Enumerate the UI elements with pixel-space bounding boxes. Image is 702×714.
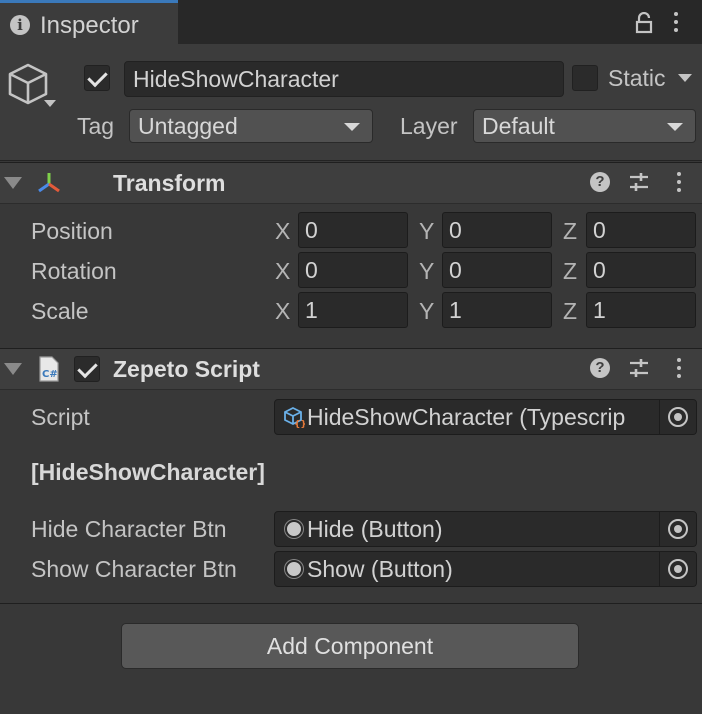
- z-axis-label[interactable]: Z: [563, 298, 577, 325]
- x-axis-label[interactable]: X: [275, 298, 290, 325]
- tag-value: Untagged: [138, 113, 238, 139]
- zepeto-script-foldout-icon[interactable]: [4, 363, 22, 375]
- chevron-down-icon: [344, 123, 360, 131]
- tag-label: Tag: [77, 113, 115, 139]
- svg-text:C#: C#: [42, 369, 58, 380]
- object-dot-icon: [285, 560, 303, 579]
- zepeto-script-enabled-checkbox[interactable]: [74, 356, 100, 382]
- help-icon[interactable]: [590, 172, 610, 192]
- scale-z-field[interactable]: 1: [586, 292, 696, 328]
- layer-value: Default: [482, 113, 555, 139]
- z-axis-label[interactable]: Z: [563, 258, 577, 285]
- layer-label: Layer: [400, 113, 458, 139]
- script-asset-icon: {}: [284, 406, 305, 428]
- gameobject-name-field[interactable]: HideShowCharacter: [124, 61, 564, 97]
- scale-y-field[interactable]: 1: [442, 292, 552, 328]
- rotation-z-field[interactable]: 0: [586, 252, 696, 288]
- show-character-btn-value: Show (Button): [307, 556, 453, 582]
- object-picker-icon[interactable]: [659, 400, 696, 434]
- hide-character-btn-value: Hide (Button): [307, 516, 443, 542]
- lock-icon[interactable]: [634, 12, 654, 34]
- y-axis-label[interactable]: Y: [419, 258, 434, 285]
- transform-icon: [38, 173, 60, 193]
- object-picker-icon[interactable]: [659, 552, 696, 586]
- scale-x-field[interactable]: 1: [298, 292, 408, 328]
- rotation-label[interactable]: Rotation: [31, 258, 117, 285]
- kebab-menu-icon[interactable]: [677, 358, 681, 378]
- hide-character-btn-label: Hide Character Btn: [31, 516, 227, 542]
- position-z-field[interactable]: 0: [586, 212, 696, 248]
- position-x-field[interactable]: 0: [298, 212, 408, 248]
- show-character-btn-field[interactable]: Show (Button): [274, 551, 697, 587]
- inspector-tab[interactable]: Inspector: [0, 0, 178, 44]
- tag-dropdown[interactable]: Untagged: [129, 109, 373, 143]
- static-label[interactable]: Static: [608, 65, 666, 92]
- zepeto-script-title: Zepeto Script: [113, 356, 260, 382]
- csharp-script-icon: C#: [39, 356, 59, 382]
- position-y-field[interactable]: 0: [442, 212, 552, 248]
- transform-foldout-icon[interactable]: [4, 177, 22, 189]
- kebab-menu-icon[interactable]: [677, 172, 681, 192]
- rotation-y-field[interactable]: 0: [442, 252, 552, 288]
- svg-text:{}: {}: [294, 420, 305, 428]
- divider: [0, 603, 702, 604]
- show-character-btn-label: Show Character Btn: [31, 556, 237, 582]
- menu-icon[interactable]: [674, 12, 678, 32]
- hide-character-btn-field[interactable]: Hide (Button): [274, 511, 697, 547]
- transform-title: Transform: [113, 170, 226, 196]
- script-label: Script: [31, 404, 90, 430]
- static-dropdown-arrow-icon[interactable]: [678, 74, 692, 82]
- z-axis-label[interactable]: Z: [563, 218, 577, 245]
- scale-label[interactable]: Scale: [31, 298, 89, 325]
- info-icon: [10, 15, 30, 35]
- x-axis-label[interactable]: X: [275, 258, 290, 285]
- layer-dropdown[interactable]: Default: [473, 109, 696, 143]
- chevron-down-icon: [667, 123, 683, 131]
- gameobject-active-checkbox[interactable]: [84, 65, 110, 91]
- tab-title: Inspector: [40, 12, 139, 39]
- object-picker-icon[interactable]: [659, 512, 696, 546]
- x-axis-label[interactable]: X: [275, 218, 290, 245]
- script-object-value: HideShowCharacter (Typescrip: [307, 404, 626, 430]
- position-label[interactable]: Position: [31, 218, 113, 245]
- y-axis-label[interactable]: Y: [419, 298, 434, 325]
- help-icon[interactable]: [590, 358, 610, 378]
- section-header: [HideShowCharacter]: [31, 459, 265, 485]
- static-checkbox[interactable]: [572, 65, 598, 91]
- rotation-x-field[interactable]: 0: [298, 252, 408, 288]
- settings-sliders-icon[interactable]: [628, 358, 650, 378]
- script-object-field[interactable]: {} HideShowCharacter (Typescrip: [274, 399, 697, 435]
- y-axis-label[interactable]: Y: [419, 218, 434, 245]
- object-dot-icon: [285, 520, 303, 539]
- settings-sliders-icon[interactable]: [628, 172, 650, 192]
- cube-dropdown-arrow-icon[interactable]: [44, 100, 56, 107]
- add-component-button[interactable]: Add Component: [121, 623, 579, 669]
